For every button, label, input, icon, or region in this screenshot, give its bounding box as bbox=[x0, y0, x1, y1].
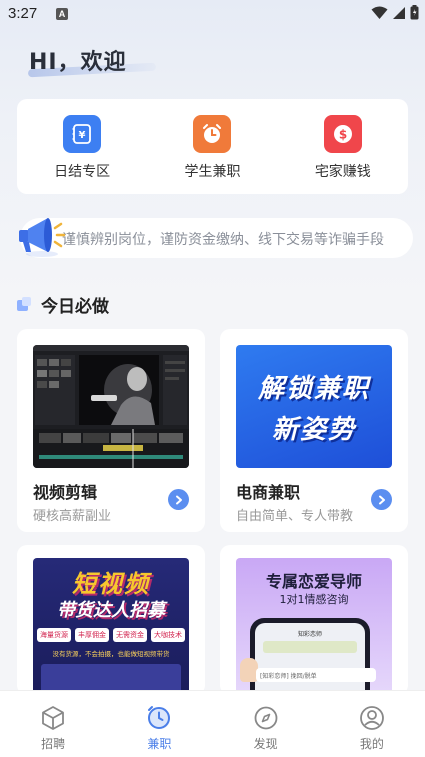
nav-item-profile[interactable]: 我的 bbox=[319, 691, 425, 757]
chevron-right-icon[interactable] bbox=[371, 489, 392, 510]
svg-text:¥: ¥ bbox=[79, 130, 86, 141]
wifi-icon bbox=[371, 6, 388, 19]
svg-text:$: $ bbox=[339, 128, 347, 142]
quick-link-label: 日结专区 bbox=[54, 164, 111, 180]
job-card-video-editing[interactable]: 视频剪辑 硬核高薪副业 bbox=[17, 329, 205, 532]
nav-item-parttime[interactable]: 兼职 bbox=[106, 691, 212, 757]
nav-label: 发现 bbox=[253, 737, 278, 751]
wallet-icon: ¥ bbox=[63, 115, 102, 153]
job-subtitle: 硬核高薪副业 bbox=[33, 509, 112, 524]
job-card-ecommerce[interactable]: 解锁兼职 新姿势 电商兼职 自由简单、专人带教 bbox=[220, 329, 408, 532]
section-title: 今日必做 bbox=[41, 297, 109, 317]
thumb-tag: 海量货源 bbox=[37, 628, 71, 642]
clock-icon bbox=[148, 706, 171, 729]
quick-link-label: 宅家赚钱 bbox=[314, 164, 371, 180]
chevron-right-icon[interactable] bbox=[168, 489, 189, 510]
notice-text: 谨慎辨别岗位，谨防资金缴纳、线下交易等诈骗手段 bbox=[62, 232, 384, 248]
status-time: 3:27 bbox=[8, 5, 38, 22]
nav-label: 招聘 bbox=[41, 737, 66, 751]
thumb-headline: 专属恋爱导师 bbox=[265, 572, 362, 591]
thumb-phone: 知彩恋师 bbox=[250, 618, 370, 695]
quick-link-daily-pay[interactable]: ¥ 日结专区 bbox=[17, 99, 147, 194]
thumb-chat-chip: [知彩恋师] 挽回/脱单 bbox=[256, 668, 376, 682]
notification-icon: A bbox=[56, 8, 68, 20]
thumb-caption: 没有货源，不会拍摄，也能做短视频带货 bbox=[52, 650, 170, 658]
cube-icon bbox=[42, 706, 65, 730]
job-thumbnail: 短视频 带货达人招募 海量货源 丰厚佣金 无需资金 大咖技术 没有货源，不会拍摄… bbox=[33, 558, 189, 695]
nav-label: 兼职 bbox=[147, 737, 172, 751]
thumb-headline: 解锁兼职 bbox=[257, 373, 370, 404]
job-thumbnail bbox=[33, 345, 189, 468]
quick-links-card: ¥ 日结专区 学生兼职 $ 宅家赚钱 bbox=[17, 99, 408, 194]
nav-label: 我的 bbox=[359, 737, 384, 751]
compass-icon bbox=[254, 706, 278, 730]
quick-link-student[interactable]: 学生兼职 bbox=[147, 99, 277, 194]
thumb-phone-title: 知彩恋师 bbox=[297, 631, 322, 638]
status-icons bbox=[371, 5, 419, 20]
money-icon: $ bbox=[323, 115, 362, 153]
section-header: 今日必做 bbox=[17, 292, 109, 317]
job-thumbnail: 专属恋爱导师 1对1情感咨询 知彩恋师 [知彩恋师] 挽回/脱单 bbox=[236, 558, 392, 695]
thumb-subheadline: 带货达人招募 bbox=[57, 600, 165, 621]
notice-bar[interactable]: 谨慎辨别岗位，谨防资金缴纳、线下交易等诈骗手段 bbox=[20, 218, 413, 258]
thumb-tag: 无需资金 bbox=[113, 628, 147, 642]
thumb-headline: 短视频 bbox=[72, 570, 150, 598]
job-subtitle: 自由简单、专人带教 bbox=[236, 509, 354, 524]
thumb-tag: 大咖技术 bbox=[151, 628, 185, 642]
status-bar: 3:27 A bbox=[0, 0, 425, 30]
nav-item-recruit[interactable]: 招聘 bbox=[0, 691, 106, 757]
quick-link-home[interactable]: $ 宅家赚钱 bbox=[278, 99, 408, 194]
clock-icon bbox=[193, 115, 232, 153]
signal-icon bbox=[393, 6, 405, 19]
thumb-subheadline: 1对1情感咨询 bbox=[279, 593, 349, 606]
job-title: 视频剪辑 bbox=[33, 483, 98, 502]
battery-icon bbox=[410, 5, 419, 20]
bottom-nav: 招聘 兼职 发现 我的 bbox=[0, 690, 425, 757]
megaphone-icon bbox=[19, 218, 66, 257]
thumb-tags: 海量货源 丰厚佣金 无需资金 大咖技术 bbox=[37, 628, 185, 642]
page-greeting: HI，欢迎 bbox=[29, 50, 127, 75]
nav-item-discover[interactable]: 发现 bbox=[213, 691, 319, 757]
thumb-headline: 新姿势 bbox=[271, 414, 356, 445]
person-icon bbox=[359, 706, 384, 730]
job-title: 电商兼职 bbox=[236, 483, 301, 502]
thumb-tag: 丰厚佣金 bbox=[75, 628, 109, 642]
section-mark-icon bbox=[17, 296, 33, 313]
quick-link-label: 学生兼职 bbox=[184, 164, 241, 180]
job-card-relationship-coach[interactable]: 专属恋爱导师 1对1情感咨询 知彩恋师 [知彩恋师] 挽回/脱单 bbox=[220, 545, 408, 695]
job-card-short-video[interactable]: 短视频 带货达人招募 海量货源 丰厚佣金 无需资金 大咖技术 没有货源，不会拍摄… bbox=[17, 545, 205, 695]
job-thumbnail: 解锁兼职 新姿势 bbox=[236, 345, 392, 468]
